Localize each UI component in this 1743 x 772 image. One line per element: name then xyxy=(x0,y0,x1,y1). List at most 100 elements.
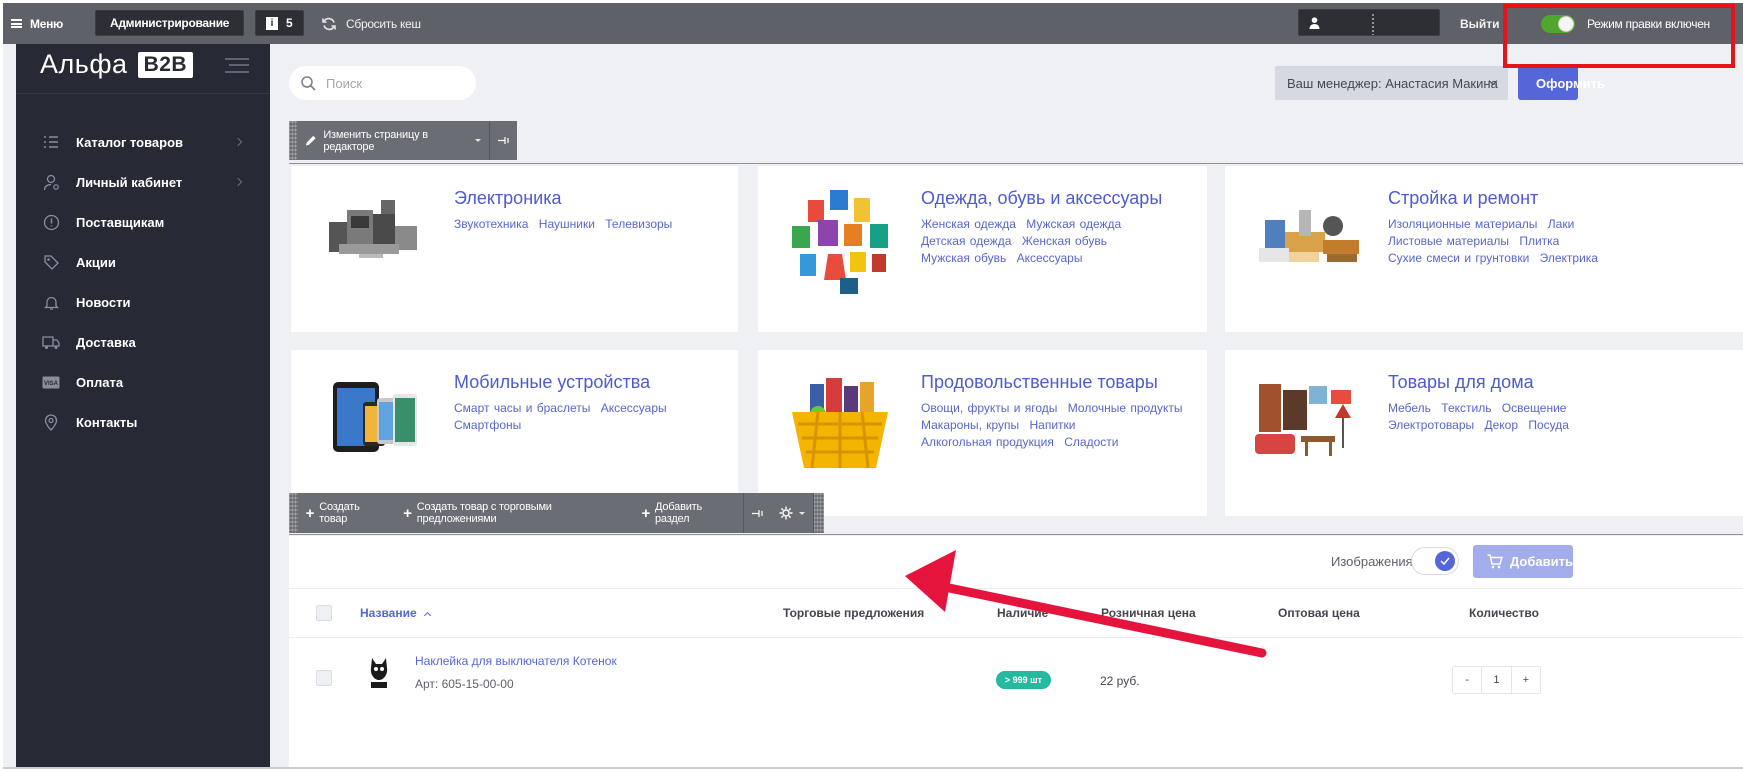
subcategory-link[interactable]: Женская обувь xyxy=(1022,234,1107,248)
subcategory-link[interactable]: Молочные продукты xyxy=(1068,401,1183,415)
checkout-button[interactable]: Оформить xyxy=(1518,66,1605,100)
logo-badge: B2B xyxy=(137,51,194,78)
category-card[interactable]: Стройка и ремонт Изоляционные материалы … xyxy=(1225,166,1743,332)
settings-button[interactable] xyxy=(771,493,813,533)
search-input[interactable]: Поиск xyxy=(289,66,476,100)
sidebar-item-catalog[interactable]: Каталог товаров xyxy=(16,122,270,162)
toolbar-grip[interactable] xyxy=(1371,13,1375,35)
subcategory-link[interactable]: Текстиль xyxy=(1441,401,1491,415)
subcategory-link[interactable]: Макароны, крупы xyxy=(921,418,1019,432)
toolbar-grip[interactable] xyxy=(814,493,825,533)
add-section-button[interactable]: + Добавить раздел xyxy=(633,493,743,533)
edit-page-label: Изменить страницу в редакторе xyxy=(323,128,428,153)
edit-page-button[interactable]: Изменить страницу в редакторе xyxy=(297,121,489,160)
row-checkbox[interactable] xyxy=(316,670,332,686)
subcategory-link[interactable]: Мужская обувь xyxy=(921,251,1006,265)
sidebar-item-account[interactable]: Личный кабинет xyxy=(16,162,270,202)
product-name-link[interactable]: Наклейка для выключателя Котенок xyxy=(415,654,617,668)
pin-toolbar-button[interactable] xyxy=(744,493,771,533)
sidebar-item-news[interactable]: Новости xyxy=(16,282,270,322)
subcategory-link[interactable]: Женская одежда xyxy=(921,217,1016,231)
category-card[interactable]: Электроника Звукотехника Наушники Телеви… xyxy=(291,166,738,332)
pin-toolbar-button[interactable] xyxy=(490,121,517,160)
subcategory-link[interactable]: Аксессуары xyxy=(1017,251,1083,265)
toolbar-grip[interactable] xyxy=(289,493,298,533)
sidebar-item-promotions[interactable]: Акции xyxy=(16,242,270,282)
user-icon xyxy=(42,173,60,191)
user-account-button[interactable] xyxy=(1298,9,1440,36)
retail-price: 22 руб. xyxy=(1100,674,1140,688)
subcategory-link[interactable]: Напитки xyxy=(1030,418,1076,432)
category-card[interactable]: Мобильные устройства Смарт часы и брасле… xyxy=(291,350,738,516)
column-header-wholesale-price: Оптовая цена xyxy=(1278,606,1360,620)
subcategory-link[interactable]: Смарт часы и браслеты xyxy=(454,401,590,415)
subcategory-link[interactable]: Плитка xyxy=(1519,234,1559,248)
subcategory-link[interactable]: Электротовары xyxy=(1388,418,1474,432)
logo[interactable]: Альфа B2B xyxy=(40,49,194,80)
subcategory-link[interactable]: Сухие смеси и грунтовки xyxy=(1388,251,1529,265)
subcategory-link[interactable]: Смартфоны xyxy=(454,418,521,432)
category-title[interactable]: Товары для дома xyxy=(1388,372,1534,393)
pin-toolbar-icon xyxy=(498,137,509,144)
column-header-availability: Наличие xyxy=(997,606,1049,620)
category-title[interactable]: Электроника xyxy=(454,188,561,209)
subcategory-link[interactable]: Электрика xyxy=(1540,251,1598,265)
quantity-minus-button[interactable]: - xyxy=(1453,667,1481,693)
logout-link[interactable]: Выйти xyxy=(1460,3,1500,44)
subcategory-link[interactable]: Лаки xyxy=(1548,217,1575,231)
subcategory-link[interactable]: Освещение xyxy=(1502,401,1567,415)
subcategory-link[interactable]: Изоляционные материалы xyxy=(1388,217,1537,231)
sidebar-item-suppliers[interactable]: Поставщикам xyxy=(16,202,270,242)
category-title[interactable]: Стройка и ремонт xyxy=(1388,188,1538,209)
chevron-right-icon xyxy=(233,137,243,147)
reset-cache-button[interactable]: Сбросить кеш xyxy=(321,3,421,44)
manager-label: Ваш менеджер: Анастасия Макина xyxy=(1287,75,1498,91)
category-title[interactable]: Мобильные устройства xyxy=(454,372,650,393)
subcategory-link[interactable]: Алкогольная продукция xyxy=(921,435,1054,449)
subcategory-link[interactable]: Листовые материалы xyxy=(1388,234,1509,248)
notifications-button[interactable]: i 5 xyxy=(255,10,304,36)
create-product-button[interactable]: + Создать товар xyxy=(298,493,396,533)
subcategory-link[interactable]: Овощи, фрукты и ягоды xyxy=(921,401,1057,415)
subcategory-link[interactable]: Посуда xyxy=(1528,418,1569,432)
visa-icon: VISA xyxy=(42,373,60,391)
sidebar-item-payment[interactable]: VISA Оплата xyxy=(16,362,270,402)
subcategory-link[interactable]: Мебель xyxy=(1388,401,1431,415)
tag-icon xyxy=(42,253,60,271)
subcategory-link[interactable]: Аксессуары xyxy=(601,401,667,415)
category-card[interactable]: Одежда, обувь и аксессуары Женская одежд… xyxy=(758,166,1207,332)
images-toggle[interactable] xyxy=(1411,547,1459,575)
sidebar-collapse-icon[interactable] xyxy=(225,58,249,73)
cart-icon xyxy=(1487,554,1503,569)
toolbar-grip[interactable] xyxy=(289,121,298,160)
add-to-cart-button[interactable]: Добавить xyxy=(1473,545,1573,578)
subcategory-link[interactable]: Телевизоры xyxy=(605,217,672,231)
subcategory-link[interactable]: Детская одежда xyxy=(921,234,1011,248)
category-card[interactable]: Продовольственные товары Овощи, фрукты и… xyxy=(758,350,1207,516)
menu-button[interactable]: Меню xyxy=(11,3,63,44)
manager-dropdown[interactable]: Ваш менеджер: Анастасия Макина xyxy=(1275,66,1508,100)
sidebar-item-label: Поставщикам xyxy=(76,214,165,230)
subcategory-link[interactable]: Сладости xyxy=(1064,435,1118,449)
category-links: Овощи, фрукты и ягоды Молочные продукты … xyxy=(921,400,1197,451)
plus-icon: + xyxy=(403,504,412,522)
subcategory-link[interactable]: Декор xyxy=(1484,418,1518,432)
subcategory-link[interactable]: Мужская одежда xyxy=(1026,217,1121,231)
column-header-label: Название xyxy=(360,606,417,620)
category-title[interactable]: Одежда, обувь и аксессуары xyxy=(921,188,1162,209)
quantity-plus-button[interactable]: + xyxy=(1512,667,1540,693)
column-header-name[interactable]: Название xyxy=(360,606,431,620)
administration-button[interactable]: Администрирование xyxy=(95,10,245,36)
subcategory-link[interactable]: Наушники xyxy=(539,217,595,231)
create-product-offers-button[interactable]: + Создать товар с торговыми предложениям… xyxy=(395,493,633,533)
subcategory-link[interactable]: Звукотехника xyxy=(454,217,528,231)
category-title[interactable]: Продовольственные товары xyxy=(921,372,1158,393)
pin-icon xyxy=(42,413,60,431)
sidebar-item-contacts[interactable]: Контакты xyxy=(16,402,270,442)
caret-down-icon xyxy=(799,511,806,515)
sidebar-item-delivery[interactable]: Доставка xyxy=(16,322,270,362)
select-all-checkbox[interactable] xyxy=(316,605,332,621)
pin-toolbar-icon xyxy=(752,509,764,517)
category-card[interactable]: Товары для дома Мебель Текстиль Освещени… xyxy=(1225,350,1743,516)
quantity-input[interactable]: 1 xyxy=(1481,667,1512,693)
